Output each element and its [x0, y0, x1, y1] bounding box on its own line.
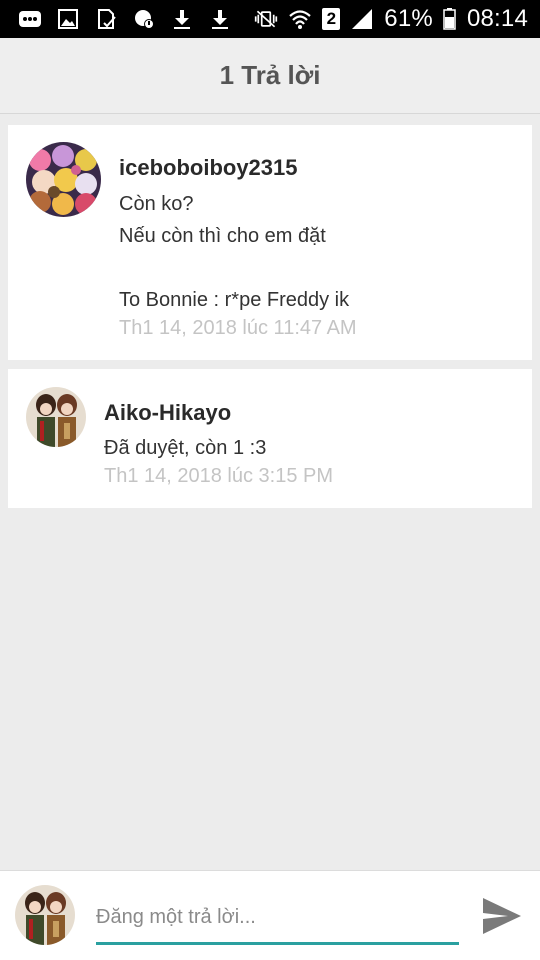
vibrate-mute-icon — [254, 7, 278, 31]
avatar — [15, 885, 75, 945]
battery-percent: 61% — [384, 5, 433, 32]
reply-input[interactable] — [96, 893, 459, 945]
avatar[interactable] — [26, 387, 86, 447]
comment-card: Aiko-Hikayo Đã duyệt, còn 1 :3 Th1 14, 2… — [8, 369, 532, 508]
send-button[interactable] — [478, 893, 526, 939]
header: 1 Trả lời — [0, 38, 540, 114]
avatar[interactable] — [26, 142, 101, 217]
image-icon — [56, 7, 80, 31]
sim-label: 2 — [326, 9, 337, 28]
username[interactable]: Aiko-Hikayo — [104, 400, 231, 426]
checked-file-icon — [94, 7, 118, 31]
send-icon — [483, 898, 521, 934]
notification-icons — [18, 7, 232, 31]
clock: 08:14 — [466, 5, 528, 32]
comment-body: Còn ko? Nếu còn thì cho em đặt To Bonnie… — [119, 193, 350, 311]
signal-icon — [350, 7, 374, 31]
system-icons: 2 61% 08:14 — [254, 5, 528, 33]
username[interactable]: iceboboiboy2315 — [119, 155, 298, 181]
blocked-icon — [132, 7, 156, 31]
sim2-icon: 2 — [322, 8, 341, 30]
message-icon — [18, 7, 42, 31]
page-title: 1 Trả lời — [219, 60, 321, 90]
download-icon — [208, 7, 232, 31]
comment-body: Đã duyệt, còn 1 :3 — [104, 437, 267, 459]
timestamp: Th1 14, 2018 lúc 11:47 AM — [119, 317, 357, 339]
timestamp: Th1 14, 2018 lúc 3:15 PM — [104, 465, 334, 487]
comment-card: iceboboiboy2315 Còn ko? Nếu còn thì cho … — [8, 125, 532, 360]
wifi-icon — [288, 7, 312, 31]
battery-icon — [443, 7, 457, 31]
status-bar: 2 61% 08:14 — [0, 0, 540, 38]
download-icon — [170, 7, 194, 31]
reply-bar — [0, 870, 540, 960]
